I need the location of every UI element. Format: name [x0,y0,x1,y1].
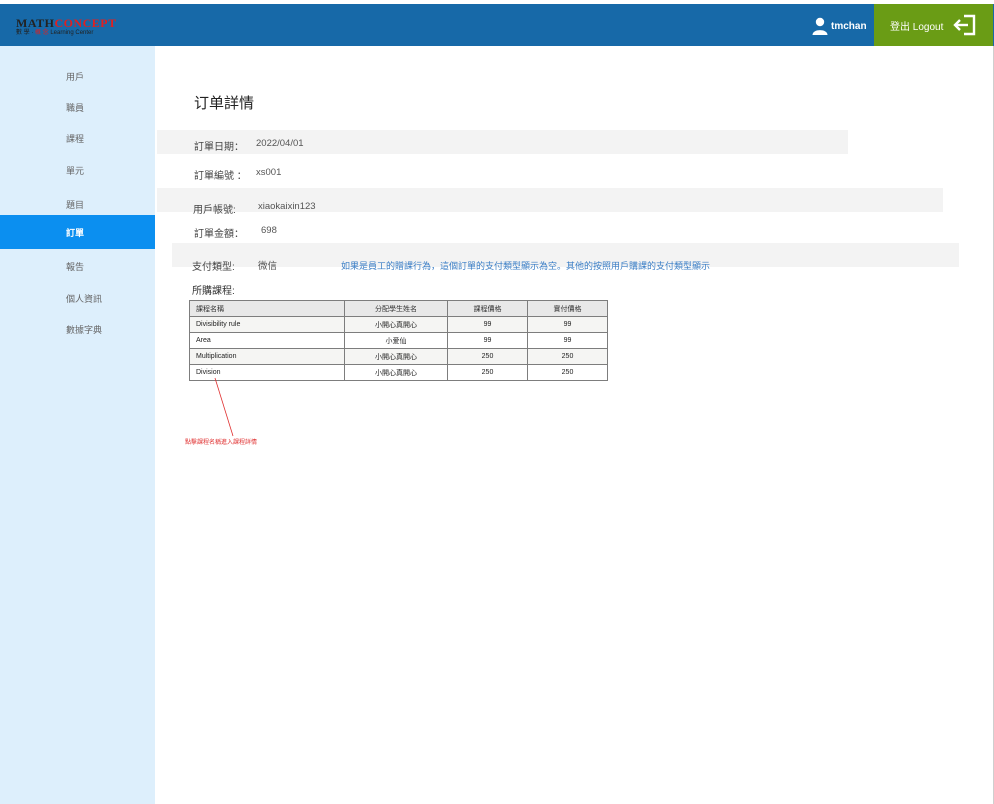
sidebar-item-data-dictionary[interactable]: 數據字典 [0,312,155,346]
logo-subtitle: 數 學 · 概 念 Learning Center [16,30,94,36]
sidebar-item-label: 報告 [66,261,85,272]
annotation-text: 點擊課程名稱進入課程詳情 [185,440,258,446]
student-name-cell: 小開心真開心 [344,364,448,381]
sidebar-item-profile[interactable]: 個人資訊 [0,281,155,315]
student-name-cell: 小爱仙 [344,332,448,349]
student-name-cell: 小開心真開心 [344,348,448,365]
column-header-student-name: 分配學生姓名 [344,300,448,317]
sidebar-item-label: 訂單 [66,227,85,238]
math-concept-logo[interactable]: MATHCONCEPT 數 學 · 概 念 Learning Center [16,17,126,39]
course-name-link[interactable]: Division [189,364,345,381]
column-header-course-name: 課程名稱 [189,300,345,317]
sidebar-item-label: 用戶 [66,71,85,82]
order-number-label: 訂單編號 ： [194,171,247,182]
course-name-link[interactable]: Multiplication [189,348,345,365]
order-amount-label: 訂單金額： [194,229,244,240]
order-date-value: 2022/04/01 [256,138,304,149]
payment-type-label: 支付類型: [192,262,235,273]
logout-icon [953,14,976,36]
sidebar-item-label: 個人資訊 [66,293,103,304]
sidebar-nav: 用戶 職員 課程 單元 題目 訂單 報告 個人資訊 數據字典 [0,46,155,804]
sidebar-item-reports[interactable]: 報告 [0,249,155,283]
logout-label: 登出 Logout [890,21,944,33]
page-title: 订单詳情 [194,95,255,112]
table-row: Multiplication 小開心真開心 250 250 [189,348,608,365]
sidebar-item-orders[interactable]: 訂單 [0,215,155,249]
order-amount-value: 698 [261,225,277,236]
course-price-cell: 99 [447,332,528,349]
paid-price-cell: 99 [527,316,608,333]
sidebar-item-users[interactable]: 用戶 [0,59,155,93]
payment-type-note: 如果是員工的贈課行為，這個訂單的支付類型顯示為空。其他的按照用戶購課的支付類型顯… [341,261,711,271]
course-price-cell: 250 [447,348,528,365]
table-row: Divisibility rule 小開心真開心 99 99 [189,316,608,333]
user-account-label: 用戶帳號: [193,205,236,216]
user-profile[interactable]: tmchan [812,16,867,36]
logout-button[interactable]: 登出 Logout [874,4,993,46]
sidebar-item-label: 課程 [66,133,85,144]
paid-price-cell: 250 [527,348,608,365]
sidebar-item-label: 職員 [66,102,85,113]
sidebar-item-staff[interactable]: 職員 [0,90,155,124]
column-header-course-price: 課程價格 [447,300,528,317]
purchased-courses-label: 所購課程: [192,286,235,297]
sidebar-item-label: 單元 [66,165,85,176]
sidebar-item-courses[interactable]: 課程 [0,121,155,155]
courses-table: 課程名稱 分配學生姓名 課程價格 實付價格 Divisibility rule … [189,300,608,381]
username: tmchan [831,20,867,32]
top-header: MATHCONCEPT 數 學 · 概 念 Learning Center tm… [0,4,994,46]
order-number-value: xs001 [256,167,282,178]
paid-price-cell: 250 [527,364,608,381]
course-name-link[interactable]: Divisibility rule [189,316,345,333]
paid-price-cell: 99 [527,332,608,349]
logo-wordmark: MATHCONCEPT [16,16,117,30]
sidebar-item-units[interactable]: 單元 [0,153,155,187]
course-name-link[interactable]: Area [189,332,345,349]
payment-type-value: 微信 [258,261,278,272]
order-date-label: 訂單日期： [194,142,244,153]
user-account-value: xiaokaixin123 [258,201,316,212]
table-row: Division 小開心真開心 250 250 [189,364,608,381]
user-icon [812,17,828,35]
sidebar-item-label: 題目 [66,199,85,210]
table-row: Area 小爱仙 99 99 [189,332,608,349]
sidebar-item-label: 數據字典 [66,324,103,335]
course-price-cell: 250 [447,364,528,381]
table-header-row: 課程名稱 分配學生姓名 課程價格 實付價格 [189,300,608,317]
student-name-cell: 小開心真開心 [344,316,448,333]
course-price-cell: 99 [447,316,528,333]
column-header-paid-price: 實付價格 [527,300,608,317]
